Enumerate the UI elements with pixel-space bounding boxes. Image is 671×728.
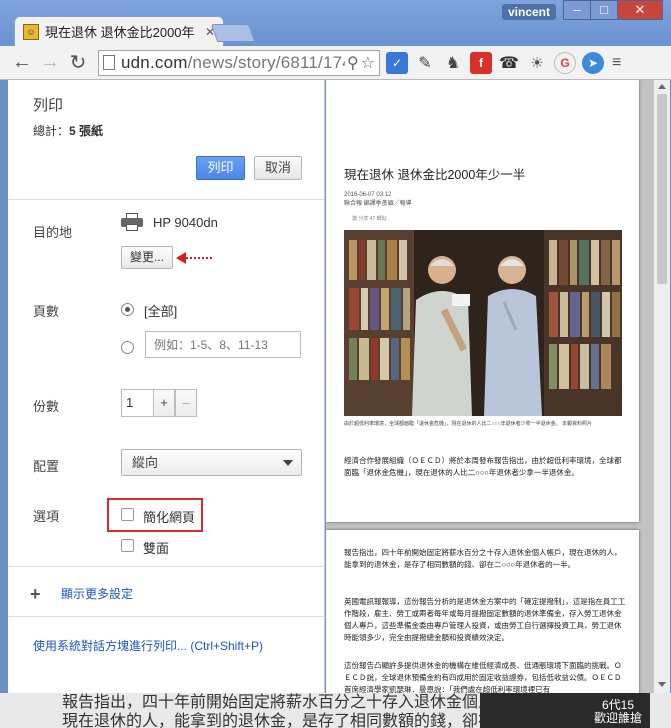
print-header: 列印 總計：5 張紙 列印 取消 [8, 80, 324, 200]
article-photo [344, 230, 622, 416]
article-title: 現在退休 退休金比2000年少一半 [344, 168, 526, 182]
article-source: 聯合報 編譯季彥穎／報導 [344, 201, 412, 207]
scroll-up-arrow-icon[interactable] [658, 84, 666, 89]
more-settings-link[interactable]: 顯示更多設定 [61, 585, 133, 602]
menu-icon[interactable]: ≡ [612, 54, 621, 72]
article-paragraph: 英國電訊報報導，這份報告分析的是退休金方案中的「確定提撥制」，這是指在員工工作階… [344, 597, 626, 642]
preview-page-1: 現在退休 退休金比2000年少一半 2016-06-07 03:12 聯合報 編… [326, 80, 639, 522]
address-bar[interactable]: udn.com/news/story/6811/174 ⚲ ☆ [98, 49, 380, 76]
simplify-page-label: 簡化網頁 [143, 510, 196, 525]
background-page: 報告指出，四十年前開始固定將薪水百分之十存入退休金個人帳戶， 現在退休的人，能拿… [0, 693, 671, 728]
divider [8, 566, 325, 567]
google-extension-icon[interactable]: G [554, 51, 576, 74]
print-settings-panel: 列印 總計：5 張紙 列印 取消 目的地 HP 9040dn 變更... 頁數 … [8, 80, 325, 693]
preview-page-2: 報告指出，四十年前開始固定將薪水百分之十存入退休金個人帳戶，現在退休的人，能拿到… [326, 530, 639, 693]
system-dialog-link[interactable]: 使用系統對話方塊進行列印... (Ctrl+Shift+P) [33, 637, 263, 654]
plus-icon[interactable]: + [30, 584, 41, 605]
copies-increment-button[interactable]: + [153, 389, 175, 417]
background-ad-banner: 6代15 歡迎誰搶 [480, 693, 650, 728]
layout-select[interactable]: 縱向 [121, 449, 302, 476]
flipboard-extension-icon[interactable]: f [470, 51, 492, 74]
copies-input[interactable]: 1 [121, 389, 157, 417]
back-arrow-icon[interactable]: ← [8, 51, 36, 74]
options-label: 選項 [33, 509, 60, 524]
pages-all-label: [全部] [144, 304, 178, 319]
annotation-arrow-icon [176, 252, 212, 264]
photo-caption: 由於超低利率環境，全球都面臨「退休金危機」，現在退休的人比二○○○年退休者少拿一… [344, 421, 592, 427]
minimize-button[interactable]: – [563, 0, 591, 20]
send-extension-icon[interactable]: ➤ [582, 51, 604, 74]
print-button[interactable]: 列印 [196, 156, 245, 180]
forward-arrow-icon[interactable]: → [36, 51, 64, 74]
sheet-count: 總計：5 張紙 [33, 124, 104, 138]
tab-title: 現在退休 退休金比2000年 [45, 25, 195, 40]
new-tab-button[interactable] [210, 24, 256, 42]
article-paragraph: 經濟合作發展組織（ＯＥＣＤ）將於本周發布報告指出，由於超低利率環境，全球都面臨「… [344, 456, 622, 477]
simplify-page-checkbox[interactable] [121, 508, 134, 521]
article-paragraph: 報告指出，四十年前開始固定將薪水百分之十存入退休金個人帳戶，現在退休的人，能拿到… [344, 548, 622, 569]
print-title: 列印 [33, 97, 64, 114]
dropdown-arrow-icon [283, 460, 293, 466]
checkmark-extension-icon[interactable]: ✓ [386, 51, 408, 74]
elephant-extension-icon[interactable]: ♞ [442, 52, 464, 74]
duplex-checkbox[interactable] [121, 539, 134, 552]
pen-extension-icon[interactable]: ✎ [414, 52, 436, 74]
article-meta: 2016-06-07 03:12 聯合報 編譯季彥穎／報導 [344, 191, 412, 209]
close-window-button[interactable]: ✕ [617, 0, 663, 20]
browser-toolbar: ← → ↻ udn.com/news/story/6811/174 ⚲ ☆ ✓ … [0, 46, 671, 80]
pages-range-input[interactable] [145, 331, 301, 358]
printer-name: HP 9040dn [153, 215, 218, 230]
site-favicon-icon: ☺ [23, 23, 39, 40]
layout-label: 配置 [33, 459, 60, 474]
pages-all-radio[interactable] [121, 303, 134, 316]
url-text[interactable]: udn.com/news/story/6811/174 [121, 53, 345, 73]
maximize-button[interactable]: □ [590, 0, 618, 20]
browser-tab[interactable]: ☺ 現在退休 退休金比2000年 ✕ [14, 16, 224, 46]
bookmark-star-icon[interactable]: ☆ [361, 53, 375, 73]
scroll-down-arrow-icon[interactable] [658, 682, 666, 687]
pages-label: 頁數 [33, 304, 60, 319]
reload-icon[interactable]: ↻ [64, 50, 92, 75]
copies-decrement-button[interactable]: – [175, 389, 197, 417]
divider [8, 616, 325, 617]
article-date: 2016-06-07 03:12 [344, 192, 392, 198]
print-preview: 現在退休 退休金比2000年少一半 2016-06-07 03:12 聯合報 編… [326, 80, 653, 693]
cancel-button[interactable]: 取消 [254, 156, 302, 180]
layout-select-value: 縱向 [132, 455, 159, 470]
printer-icon [121, 213, 143, 231]
destination-label: 目的地 [33, 225, 73, 240]
background-article-text: 報告指出，四十年前開始固定將薪水百分之十存入退休金個人帳戶， 現在退休的人，能拿… [62, 694, 543, 728]
profile-button[interactable]: vincent [502, 4, 556, 20]
zoom-magnifier-icon[interactable]: ⚲ [347, 53, 359, 73]
copies-label: 份數 [33, 399, 60, 414]
title-bar: ☺ 現在退休 退休金比2000年 ✕ vincent – □ ✕ [0, 0, 671, 46]
lightbulb-extension-icon[interactable]: ☀ [526, 52, 548, 74]
change-destination-button[interactable]: 變更... [121, 246, 173, 269]
share-row: 讚 分享 47 轉貼 [352, 216, 387, 222]
duplex-label: 雙面 [143, 541, 170, 556]
phone-extension-icon[interactable]: ☎ [498, 52, 520, 74]
scroll-thumb[interactable] [657, 94, 667, 284]
preview-scrollbar[interactable] [653, 80, 670, 693]
page-info-icon[interactable] [103, 55, 115, 70]
pages-custom-radio[interactable] [121, 341, 134, 354]
article-paragraph: 這份報告凸顯許多提供退休金的機構在維低經濟成長、低通脹環境下面臨的挑戰。ＯＥＣＤ… [344, 661, 622, 693]
